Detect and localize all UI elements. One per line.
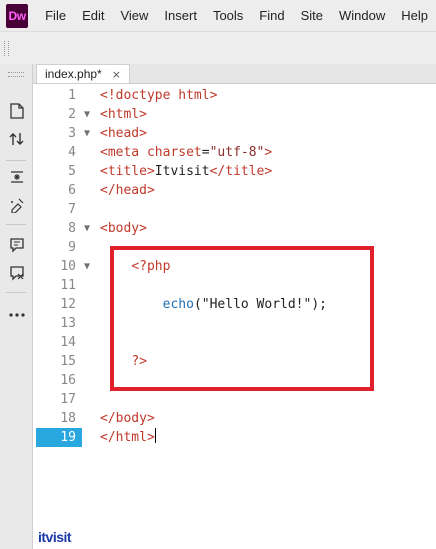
line-number: 17 [60, 392, 76, 407]
line-gutter: 8 [36, 219, 82, 238]
menu-insert[interactable]: Insert [156, 8, 205, 23]
fold-arrow-icon[interactable]: ▼ [84, 124, 94, 143]
line-gutter: 11 [36, 276, 82, 295]
code-line[interactable]: 6 </head> [36, 181, 436, 200]
line-number: 4 [68, 145, 76, 160]
line-gutter: 12 [36, 295, 82, 314]
code-line[interactable]: 1 <!doctype html> [36, 86, 436, 105]
line-gutter: 16 [36, 371, 82, 390]
document-tab-bar: index.php* × [33, 64, 436, 84]
close-tab-icon[interactable]: × [112, 69, 121, 80]
code-line[interactable]: 5 <title>Itvisit</title> [36, 162, 436, 181]
line-gutter: 19 [36, 428, 82, 447]
line-gutter: 2 [36, 105, 82, 124]
line-gutter: 6 [36, 181, 82, 200]
line-number: 1 [68, 88, 76, 103]
open-documents-icon[interactable] [8, 102, 26, 120]
line-number: 11 [60, 278, 76, 293]
line-number: 18 [60, 411, 76, 426]
code-line[interactable]: 18 </body> [36, 409, 436, 428]
code-line[interactable]: 19 </html> [36, 428, 436, 447]
line-number: 5 [68, 164, 76, 179]
line-gutter: 17 [36, 390, 82, 409]
line-number: 15 [60, 354, 76, 369]
code-line[interactable]: 4 <meta charset="utf-8"> [36, 143, 436, 162]
line-number: 14 [60, 335, 76, 350]
code-text: <head> [100, 126, 147, 141]
menu-bar: Dw File Edit View Insert Tools Find Site… [0, 0, 436, 31]
menu-site[interactable]: Site [293, 8, 331, 23]
line-number: 7 [68, 202, 76, 217]
tab-index-php[interactable]: index.php* × [36, 64, 130, 83]
fold-arrow-icon[interactable]: ▼ [84, 105, 94, 124]
php-block-highlight [110, 246, 374, 391]
toolbar-divider [6, 224, 26, 225]
code-text: <meta charset="utf-8"> [100, 145, 273, 160]
menu-find[interactable]: Find [251, 8, 292, 23]
line-number: 16 [60, 373, 76, 388]
toolbar-grip-icon[interactable] [8, 72, 24, 77]
watermark-logo: itvisit [38, 529, 72, 545]
code-text: <html> [100, 107, 147, 122]
menu-tools[interactable]: Tools [205, 8, 251, 23]
line-gutter: 1 [36, 86, 82, 105]
line-gutter: 18 [36, 409, 82, 428]
code-text: <!doctype html> [100, 88, 218, 103]
line-gutter: 5 [36, 162, 82, 181]
line-number: 8 [68, 221, 76, 236]
toolbar-divider [6, 292, 26, 293]
line-number: 19 [60, 430, 76, 445]
menu-help[interactable]: Help [393, 8, 436, 23]
line-gutter: 7 [36, 200, 82, 219]
remove-comment-icon[interactable] [8, 264, 26, 282]
more-options-icon[interactable] [8, 306, 26, 324]
fold-arrow-icon[interactable]: ▼ [84, 219, 94, 238]
code-text: </body> [100, 411, 155, 426]
toolbar-divider [6, 160, 26, 161]
format-source-icon[interactable] [8, 196, 26, 214]
code-text: </html> [100, 428, 156, 445]
line-number: 13 [60, 316, 76, 331]
code-line[interactable]: 3 ▼ <head> [36, 124, 436, 143]
code-text: <title>Itvisit</title> [100, 164, 273, 179]
menu-view[interactable]: View [112, 8, 156, 23]
tab-label: index.php* [45, 67, 102, 81]
line-gutter: 14 [36, 333, 82, 352]
common-toolbar [0, 64, 33, 549]
menu-window[interactable]: Window [331, 8, 393, 23]
line-number: 12 [60, 297, 76, 312]
line-number: 6 [68, 183, 76, 198]
main-menu: File Edit View Insert Tools Find Site Wi… [37, 8, 436, 23]
line-gutter: 13 [36, 314, 82, 333]
toolbar [0, 31, 436, 65]
file-management-icon[interactable] [8, 130, 26, 148]
line-gutter: 15 [36, 352, 82, 371]
line-number: 3 [68, 126, 76, 141]
apply-comment-icon[interactable] [8, 236, 26, 254]
code-line[interactable]: 2 ▼ <html> [36, 105, 436, 124]
dreamweaver-logo: Dw [6, 3, 29, 28]
code-text: </head> [100, 183, 155, 198]
line-number: 10 [60, 259, 76, 274]
line-gutter: 4 [36, 143, 82, 162]
line-number: 2 [68, 107, 76, 122]
code-text: <body> [100, 221, 147, 236]
line-gutter: 3 [36, 124, 82, 143]
menu-file[interactable]: File [37, 8, 74, 23]
expand-all-icon[interactable] [8, 168, 26, 186]
text-cursor [154, 428, 156, 443]
toolbar-grip-icon[interactable] [4, 41, 9, 56]
fold-arrow-icon[interactable]: ▼ [84, 257, 94, 276]
menu-edit[interactable]: Edit [74, 8, 112, 23]
line-gutter: 10 [36, 257, 82, 276]
code-line[interactable]: 8 ▼ <body> [36, 219, 436, 238]
line-number: 9 [68, 240, 76, 255]
code-line[interactable]: 17 [36, 390, 436, 409]
code-line[interactable]: 7 [36, 200, 436, 219]
line-gutter: 9 [36, 238, 82, 257]
